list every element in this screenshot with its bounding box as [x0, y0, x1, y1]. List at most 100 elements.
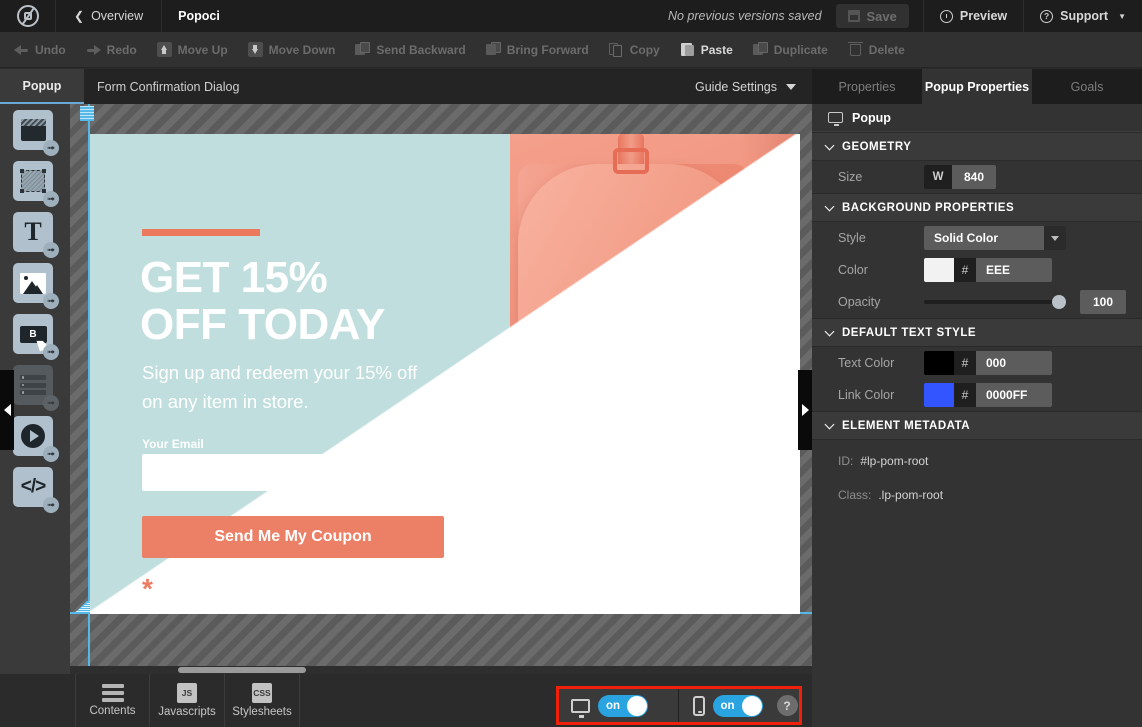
bring-forward-button[interactable]: Bring Forward — [476, 32, 599, 68]
tab-goals[interactable]: Goals — [1032, 69, 1142, 104]
hash-symbol: # — [954, 383, 976, 407]
chevron-down-icon — [824, 326, 835, 336]
tab-popup[interactable]: Popup — [0, 69, 84, 104]
opacity-value-input[interactable]: 100 — [1080, 290, 1126, 314]
tab-properties[interactable]: Properties — [812, 69, 922, 104]
overview-back-link[interactable]: ❮ Overview — [56, 0, 163, 32]
popup-tool-icon — [20, 119, 46, 141]
tab-contents[interactable]: Contents — [75, 674, 150, 727]
image-tool-icon — [20, 272, 46, 294]
mobile-toggle-state: on — [720, 699, 735, 712]
section-default-text-style[interactable]: DEFAULT TEXT STYLE — [812, 318, 1142, 347]
popup-tool[interactable]: ➟ — [13, 110, 59, 156]
support-menu[interactable]: ? Support ▼ — [1023, 0, 1142, 32]
desktop-toggle-state: on — [606, 699, 621, 712]
collapse-right-panel-handle[interactable] — [798, 370, 812, 450]
duplicate-button[interactable]: Duplicate — [743, 32, 838, 68]
tab-popup-properties[interactable]: Popup Properties — [922, 69, 1032, 104]
opacity-slider[interactable] — [924, 290, 1066, 314]
opacity-slider-knob[interactable] — [1052, 295, 1066, 309]
tab-stylesheets[interactable]: CSS Stylesheets — [225, 674, 300, 727]
copy-button[interactable]: Copy — [599, 32, 670, 68]
drag-badge-icon: ➟ — [43, 191, 59, 207]
save-button[interactable]: Save — [835, 4, 909, 28]
video-tool[interactable]: ➟ — [13, 416, 59, 462]
help-button[interactable]: ? — [776, 695, 798, 716]
delete-button[interactable]: Delete — [838, 32, 915, 68]
hamburger-icon — [101, 684, 124, 702]
row-size: Size W 840 — [812, 161, 1142, 193]
canvas-horizontal-scrollbar[interactable] — [70, 666, 812, 674]
text-color-label: Text Color — [838, 356, 895, 370]
drag-badge-icon: ➟ — [43, 344, 59, 360]
drag-badge-icon: ➟ — [43, 395, 59, 411]
element-class-label: Class: — [838, 488, 872, 502]
width-unit-label: W — [924, 165, 952, 189]
send-coupon-button[interactable]: Send Me My Coupon — [142, 516, 444, 558]
section-background[interactable]: BACKGROUND PROPERTIES — [812, 193, 1142, 222]
section-geometry[interactable]: GEOMETRY — [812, 132, 1142, 161]
undo-button[interactable]: Undo — [4, 32, 76, 68]
tab-javascripts[interactable]: JS Javascripts — [150, 674, 225, 727]
row-element-class: Class: .lp-pom-root — [812, 482, 1142, 508]
background-style-select[interactable]: Solid Color — [924, 226, 1044, 250]
box-tool[interactable]: ➟ — [13, 161, 59, 207]
width-input[interactable]: 840 — [952, 165, 997, 189]
background-style-select-arrow[interactable] — [1044, 226, 1066, 250]
text-color-hex-input[interactable]: 000 — [976, 351, 1052, 375]
desktop-toggle[interactable]: on — [598, 694, 648, 717]
background-color-swatch[interactable] — [924, 258, 954, 282]
canvas[interactable]: GET 15% OFF TODAY Sign up and redeem you… — [70, 104, 812, 674]
chevron-down-icon — [1051, 235, 1059, 241]
link-color-swatch[interactable] — [924, 383, 954, 407]
unbounce-logo-icon — [16, 5, 39, 27]
move-down-button[interactable]: Move Down — [238, 32, 346, 68]
app-logo[interactable] — [0, 0, 56, 32]
brand-name: popoci — [161, 574, 243, 602]
guide-handle-bottom[interactable] — [74, 601, 90, 613]
collapse-left-panel-handle[interactable] — [0, 370, 14, 450]
popup-preview[interactable]: GET 15% OFF TODAY Sign up and redeem you… — [90, 134, 800, 614]
form-tool-icon — [20, 374, 46, 396]
send-backward-icon — [355, 42, 371, 57]
mobile-toggle[interactable]: on — [712, 694, 763, 717]
trash-icon — [847, 41, 863, 57]
move-up-button[interactable]: Move Up — [147, 32, 238, 68]
preview-button[interactable]: Preview — [922, 0, 1023, 32]
chevron-left-icon: ❮ — [74, 9, 85, 23]
form-tool[interactable]: ➟ — [13, 365, 59, 411]
opacity-label: Opacity — [838, 295, 881, 309]
undo-icon — [14, 42, 29, 57]
save-label: Save — [866, 8, 897, 24]
chevron-down-icon — [824, 201, 835, 211]
section-text-style-title: DEFAULT TEXT STYLE — [842, 326, 977, 339]
chevron-down-icon: ▼ — [1118, 11, 1126, 21]
guide-handle-top[interactable] — [80, 106, 94, 121]
row-element-id: ID: #lp-pom-root — [812, 448, 1142, 474]
email-input[interactable] — [142, 454, 444, 491]
text-color-swatch[interactable] — [924, 351, 954, 375]
send-backward-button[interactable]: Send Backward — [345, 32, 475, 68]
text-tool[interactable]: T ➟ — [13, 212, 59, 258]
image-tool[interactable]: ➟ — [13, 263, 59, 309]
device-toggle-group-highlight: on on ? — [556, 686, 802, 725]
guide-settings-menu[interactable]: Guide Settings — [695, 69, 812, 104]
popup-headline[interactable]: GET 15% OFF TODAY — [140, 254, 500, 348]
button-tool[interactable]: B ➟ — [13, 314, 59, 360]
document-name[interactable]: Form Confirmation Dialog — [84, 69, 695, 104]
section-element-metadata[interactable]: ELEMENT METADATA — [812, 411, 1142, 440]
email-field-label: Your Email — [142, 437, 204, 451]
element-id-value: #lp-pom-root — [860, 454, 929, 468]
redo-button[interactable]: Redo — [76, 32, 147, 68]
chevron-down-icon — [786, 83, 796, 90]
copy-label: Copy — [629, 42, 660, 57]
opacity-slider-track — [924, 300, 1066, 304]
popup-subtext[interactable]: Sign up and redeem your 15% off on any i… — [142, 359, 472, 416]
row-link-color: Link Color # 0000FF — [812, 379, 1142, 411]
code-tool[interactable]: </> ➟ — [13, 467, 59, 513]
subtext-line-2: on any item in store. — [142, 390, 309, 412]
link-color-hex-input[interactable]: 0000FF — [976, 383, 1052, 407]
versions-status: No previous versions saved — [667, 9, 822, 23]
background-color-hex-input[interactable]: EEE — [976, 258, 1052, 282]
paste-button[interactable]: Paste — [670, 32, 743, 68]
